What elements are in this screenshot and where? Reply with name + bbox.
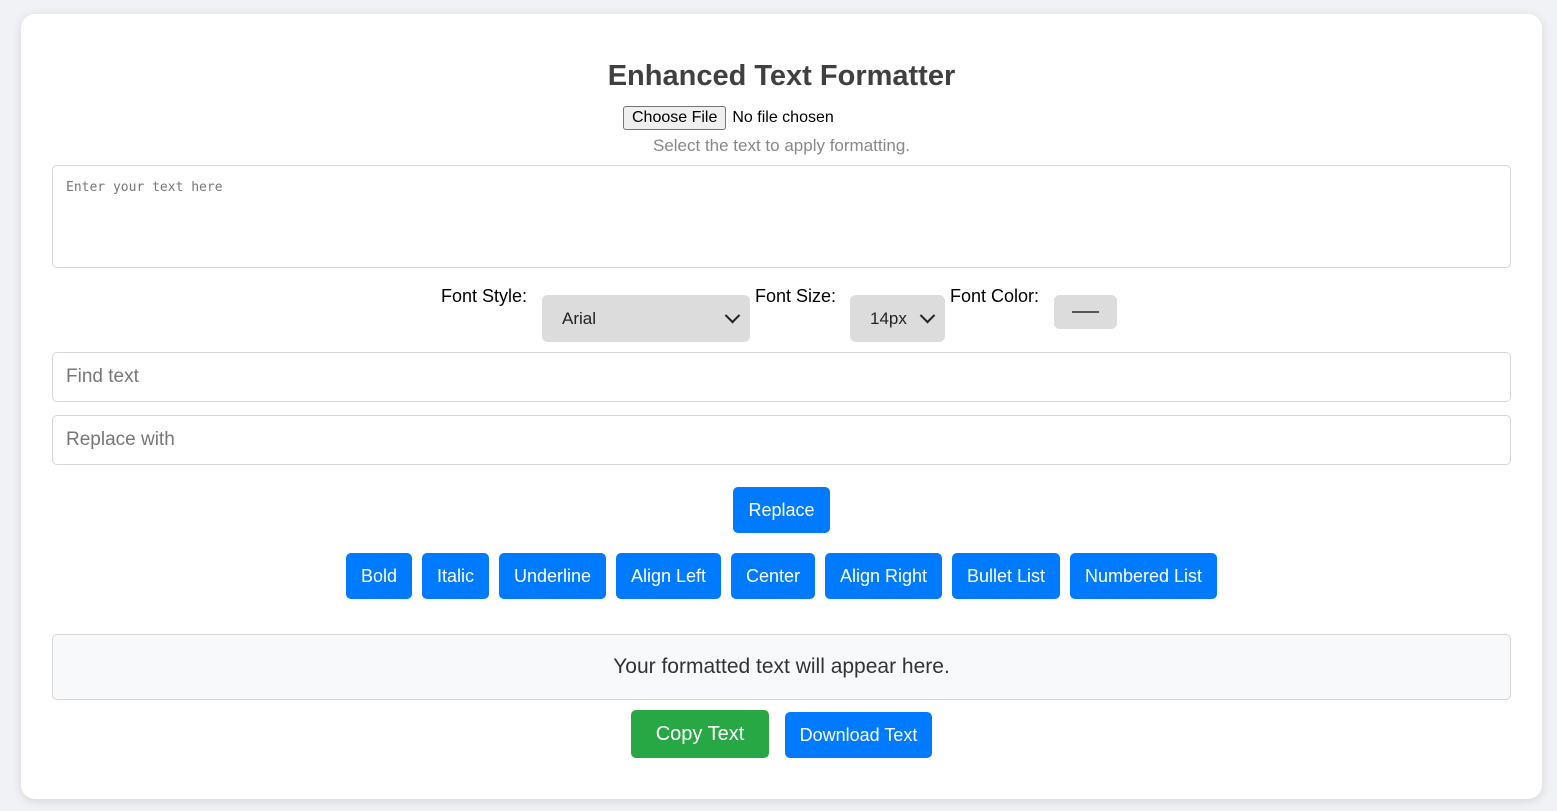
underline-button[interactable]: Underline	[499, 553, 606, 599]
center-button[interactable]: Center	[731, 553, 815, 599]
font-style-value: Arial	[562, 308, 597, 328]
download-text-button[interactable]: Download Text	[785, 712, 932, 758]
italic-button[interactable]: Italic	[422, 553, 489, 599]
numbered-list-button[interactable]: Numbered List	[1070, 553, 1217, 599]
font-size-select[interactable]: 14px	[850, 295, 945, 342]
formatted-output: Your formatted text will appear here.	[52, 634, 1511, 700]
chevron-down-icon	[724, 307, 741, 324]
font-size-label: Font Size:	[755, 286, 837, 306]
output-text: Your formatted text will appear here.	[613, 655, 950, 678]
replace-input[interactable]	[52, 415, 1511, 465]
font-color-picker[interactable]	[1054, 295, 1117, 329]
formatting-hint: Select the text to apply formatting.	[652, 136, 911, 155]
copy-text-button[interactable]: Copy Text	[631, 710, 769, 758]
align-left-button[interactable]: Align Left	[616, 553, 721, 599]
bold-button[interactable]: Bold	[346, 553, 412, 599]
page-title: Enhanced Text Formatter	[607, 60, 956, 92]
text-editor[interactable]	[52, 165, 1511, 268]
font-size-value: 14px	[870, 308, 907, 328]
file-status: No file chosen	[732, 109, 834, 126]
font-style-label: Font Style:	[441, 286, 528, 306]
choose-file-button[interactable]: Choose File	[623, 106, 727, 130]
file-input[interactable]: Choose File No file chosen	[623, 106, 834, 130]
color-swatch	[1072, 311, 1099, 313]
formatter-card: Enhanced Text Formatter Choose File No f…	[21, 14, 1542, 799]
font-style-select[interactable]: Arial	[542, 295, 750, 342]
font-color-label: Font Color:	[950, 286, 1040, 306]
find-input[interactable]	[52, 352, 1511, 402]
align-right-button[interactable]: Align Right	[825, 553, 942, 599]
replace-button[interactable]: Replace	[733, 487, 830, 533]
bullet-list-button[interactable]: Bullet List	[952, 553, 1060, 599]
chevron-down-icon	[919, 307, 936, 324]
